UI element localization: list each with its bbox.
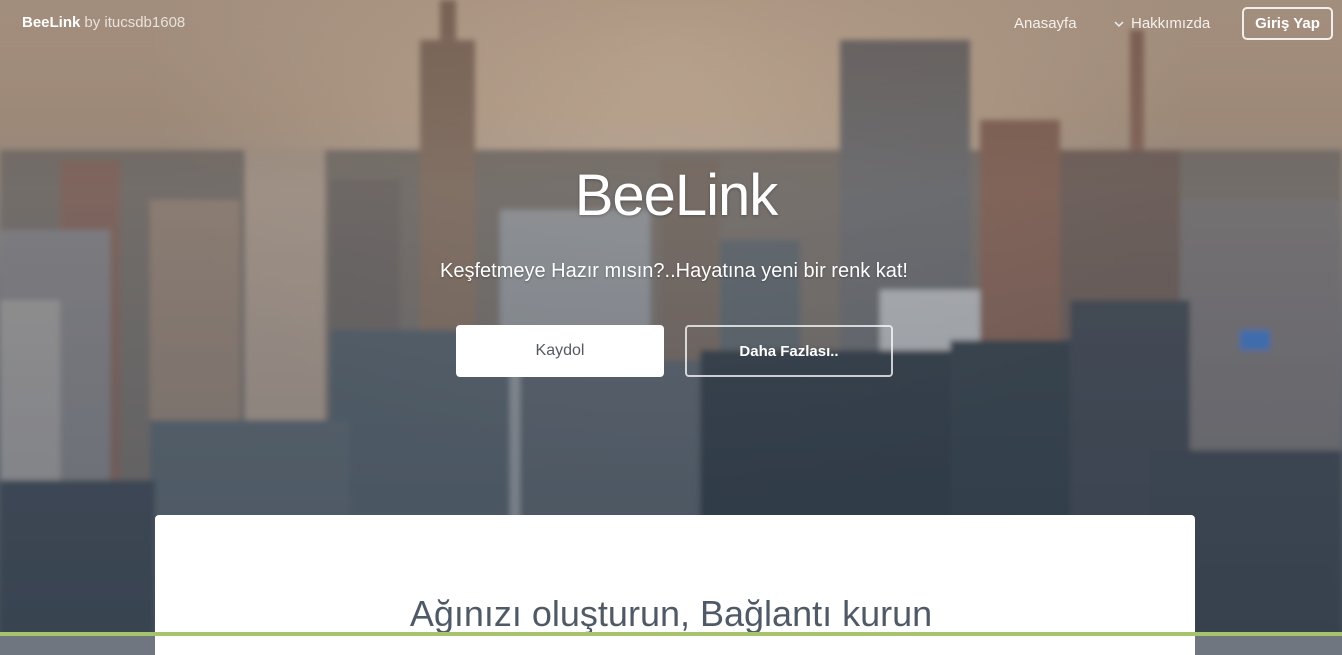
hero-subtitle: Keşfetmeye Hazır mısın?..Hayatına yeni b… [440,260,908,282]
navbar: BeeLink by itucsdb1608 Anasayfa Hakkımızd… [0,0,1342,48]
chevron-down-icon [1114,20,1124,27]
login-button[interactable]: Giriş Yap [1242,7,1333,40]
bottom-strip [0,632,1342,636]
brand-by: by itucsdb1608 [84,14,186,31]
nav-home-link[interactable]: Anasayfa [1014,15,1077,32]
content-heading: Ağınızı oluşturun, Bağlantı kurun [409,593,933,634]
hero-title: BeeLink [574,163,779,228]
brand-link[interactable]: BeeLink by itucsdb1608 [22,14,185,31]
nav-about-label: Hakkımızda [1131,15,1211,32]
brand-name: BeeLink [22,14,81,31]
more-button[interactable]: Daha Fazlası.. [685,325,893,377]
register-button[interactable]: Kaydol [456,325,664,377]
nav-about-link[interactable]: Hakkımızda [1113,15,1210,32]
